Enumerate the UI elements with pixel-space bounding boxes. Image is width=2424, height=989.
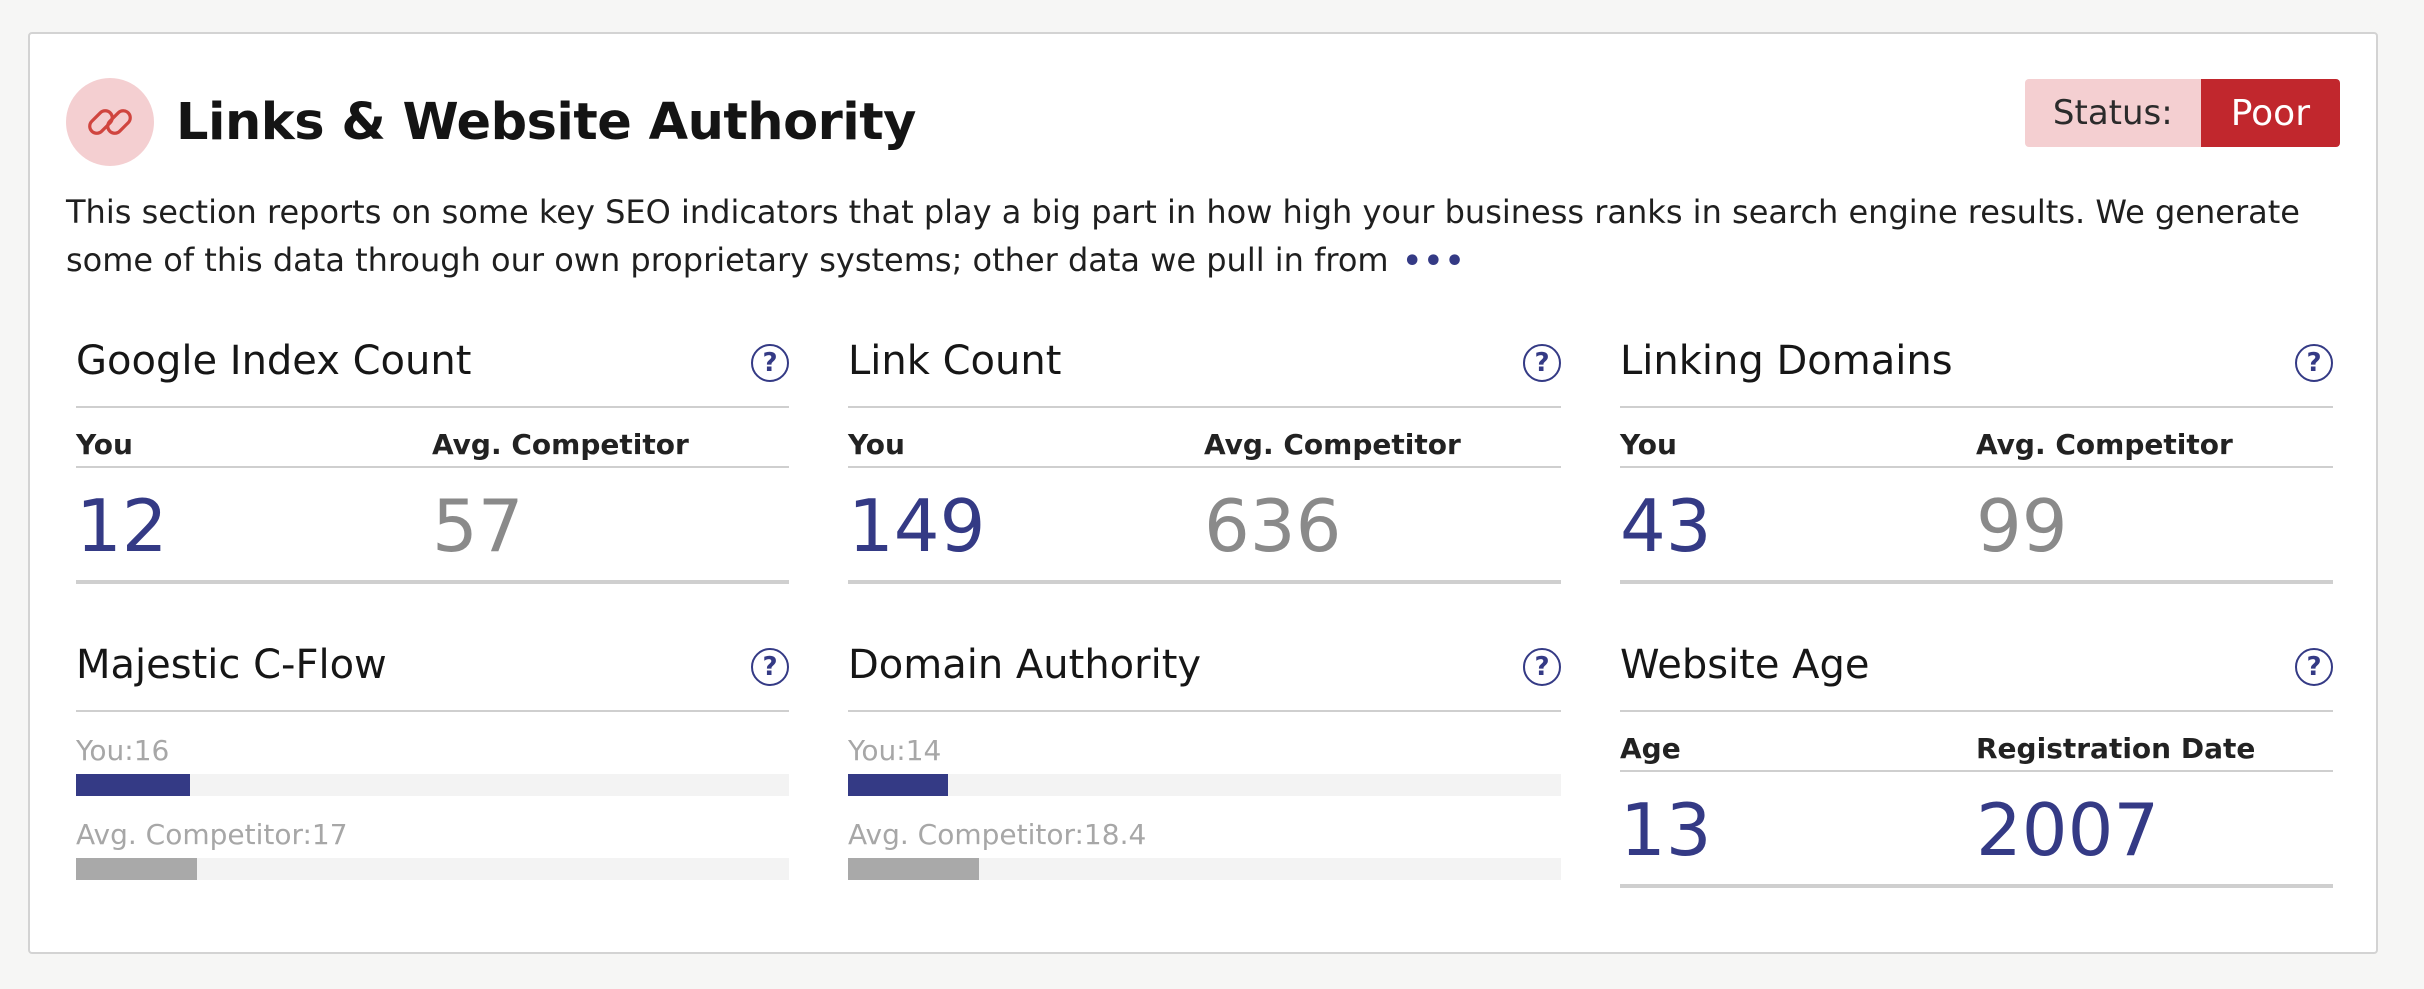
you-value: 12: [76, 484, 168, 568]
age-value: 13: [1620, 788, 1712, 872]
you-bar-track: [76, 774, 789, 796]
metric-google-index-count: Google Index Count ? You Avg. Competitor…: [76, 332, 789, 584]
avg-competitor-value: 636: [1204, 484, 1342, 568]
metric-domain-authority: Domain Authority ? You:14 Avg. Competito…: [848, 636, 1561, 880]
section-description: This section reports on some key SEO ind…: [66, 188, 2356, 286]
metric-title: Link Count: [848, 338, 1062, 384]
you-bar-label: You:14: [848, 734, 942, 767]
question-icon[interactable]: ?: [1523, 344, 1561, 382]
question-icon[interactable]: ?: [751, 344, 789, 382]
col-avg-label: Avg. Competitor: [432, 428, 689, 461]
question-icon[interactable]: ?: [751, 648, 789, 686]
metric-title: Linking Domains: [1620, 338, 1953, 384]
question-icon[interactable]: ?: [1523, 648, 1561, 686]
metric-title: Majestic C-Flow: [76, 642, 387, 688]
avg-bar-label: Avg. Competitor:18.4: [848, 818, 1147, 851]
metric-linking-domains: Linking Domains ? You Avg. Competitor 43…: [1620, 332, 2333, 584]
question-icon[interactable]: ?: [2295, 648, 2333, 686]
avg-bar-fill: [848, 858, 980, 880]
avg-competitor-value: 99: [1976, 484, 2068, 568]
col-registration-label: Registration Date: [1976, 732, 2256, 765]
section-header: Links & Website Authority: [66, 78, 916, 166]
col-age-label: Age: [1620, 732, 1681, 765]
col-you-label: You: [848, 428, 905, 461]
avg-bar-track: [848, 858, 1561, 880]
avg-bar-fill: [76, 858, 198, 880]
status-badge: Status: Poor: [2024, 79, 2340, 147]
you-bar-track: [848, 774, 1561, 796]
you-value: 149: [848, 484, 986, 568]
registration-date-value: 2007: [1976, 788, 2160, 872]
metric-website-age: Website Age ? Age Registration Date 13 2…: [1620, 636, 2333, 888]
col-you-label: You: [76, 428, 133, 461]
you-bar-fill: [76, 774, 191, 796]
col-you-label: You: [1620, 428, 1677, 461]
metric-title: Domain Authority: [848, 642, 1202, 688]
status-label: Status:: [2024, 79, 2201, 147]
you-bar-fill: [848, 774, 948, 796]
metric-majestic-c-flow: Majestic C-Flow ? You:16 Avg. Competitor…: [76, 636, 789, 880]
metric-title: Website Age: [1620, 642, 1870, 688]
status-value: Poor: [2200, 79, 2340, 147]
col-avg-label: Avg. Competitor: [1204, 428, 1461, 461]
avg-competitor-value: 57: [432, 484, 524, 568]
links-authority-card: Links & Website Authority Status: Poor T…: [28, 32, 2378, 954]
link-icon: [66, 78, 154, 166]
metric-link-count: Link Count ? You Avg. Competitor 149 636: [848, 332, 1561, 584]
col-avg-label: Avg. Competitor: [1976, 428, 2233, 461]
avg-bar-track: [76, 858, 789, 880]
question-icon[interactable]: ?: [2295, 344, 2333, 382]
section-title: Links & Website Authority: [176, 92, 916, 152]
description-text: This section reports on some key SEO ind…: [66, 193, 2300, 279]
avg-bar-label: Avg. Competitor:17: [76, 818, 348, 851]
you-value: 43: [1620, 484, 1712, 568]
ellipsis-icon[interactable]: •••: [1403, 238, 1467, 286]
you-bar-label: You:16: [76, 734, 170, 767]
metric-title: Google Index Count: [76, 338, 472, 384]
